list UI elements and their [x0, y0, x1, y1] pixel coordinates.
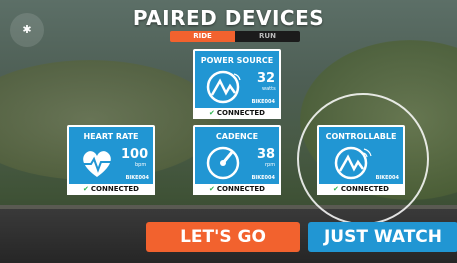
tile-title: HEART RATE — [83, 132, 139, 141]
page-title: PAIRED DEVICES — [132, 6, 325, 30]
heart-icon — [83, 151, 111, 177]
device-name: BIKE004 — [125, 175, 149, 181]
status-badge: ✔ CONNECTED — [193, 108, 281, 119]
lets-go-button[interactable]: LET'S GO — [146, 222, 300, 252]
device-name: BIKE004 — [251, 99, 275, 105]
status-badge: ✔ CONNECTED — [317, 184, 405, 195]
power-value: 32 — [257, 71, 276, 86]
paired-devices-screen: ✱ PAIRED DEVICES RIDE RUN POWER SOURCE 3… — [0, 0, 457, 263]
cadence-unit: rpm — [265, 162, 276, 168]
status-text: CONNECTED — [90, 185, 139, 193]
device-name: BIKE004 — [251, 175, 275, 181]
tile-title: CONTROLLABLE — [325, 132, 397, 141]
check-icon: ✔ — [83, 185, 89, 193]
power-source-tile[interactable]: POWER SOURCE 32 watts BIKE004 ✔ CONNECTED — [193, 49, 281, 119]
check-icon: ✔ — [209, 109, 215, 117]
cadence-icon — [206, 146, 240, 180]
controllable-tile[interactable]: CONTROLLABLE BIKE004 ✔ CONNECTED — [317, 125, 405, 195]
tab-run[interactable]: RUN — [235, 31, 300, 42]
status-badge: ✔ CONNECTED — [193, 184, 281, 195]
cadence-tile[interactable]: CADENCE 38 rpm BIKE004 ✔ CONNECTED — [193, 125, 281, 195]
sport-toggle[interactable]: RIDE RUN — [170, 31, 300, 42]
power-source-icon — [206, 70, 241, 104]
power-unit: watts — [262, 86, 276, 92]
check-icon: ✔ — [333, 185, 339, 193]
tile-title: POWER SOURCE — [200, 56, 274, 65]
tab-ride[interactable]: RIDE — [170, 31, 235, 42]
tile-title: CADENCE — [215, 132, 259, 141]
check-icon: ✔ — [209, 185, 215, 193]
cadence-value: 38 — [257, 147, 276, 162]
status-text: CONNECTED — [216, 185, 265, 193]
just-watch-button[interactable]: JUST WATCH — [308, 222, 457, 252]
controllable-trainer-icon — [334, 146, 372, 180]
device-name: BIKE004 — [375, 175, 399, 181]
status-badge: ✔ CONNECTED — [67, 184, 155, 195]
heart-rate-tile[interactable]: HEART RATE 100 bpm BIKE004 ✔ CONNECTED — [67, 125, 155, 195]
heart-rate-unit: bpm — [135, 162, 147, 168]
status-text: CONNECTED — [216, 109, 265, 117]
heart-rate-value: 100 — [121, 147, 149, 162]
status-text: CONNECTED — [340, 185, 389, 193]
